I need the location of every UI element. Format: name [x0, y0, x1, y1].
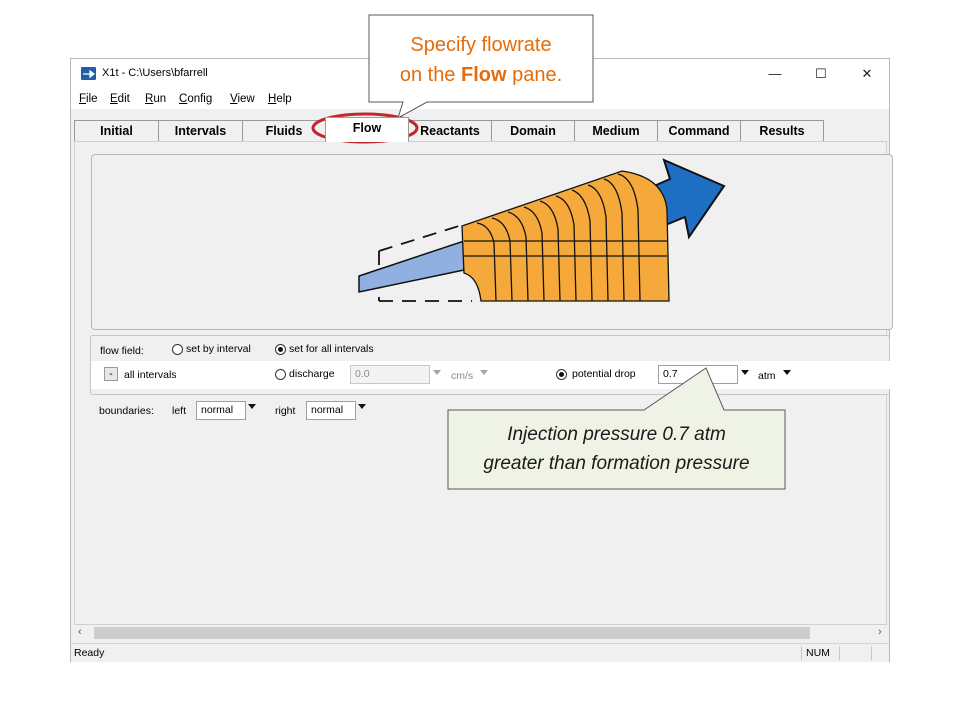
top-callout-line2: on the Flow pane. [399, 64, 563, 86]
bottom-callout-line2: greater than formation pressure [483, 453, 750, 474]
top-callout-bold: Flow [461, 64, 507, 86]
annotation-overlay [311, 14, 786, 490]
bottom-callout-line1: Injection pressure 0.7 atm [507, 424, 726, 445]
bottom-callout-text: Injection pressure 0.7 atm greater than … [448, 420, 785, 478]
top-callout-line1: Specify flowrate [410, 34, 552, 56]
tab-flow[interactable]: Flow [325, 117, 409, 142]
top-callout-text: Specify flowrate on the Flow pane. [369, 30, 593, 90]
